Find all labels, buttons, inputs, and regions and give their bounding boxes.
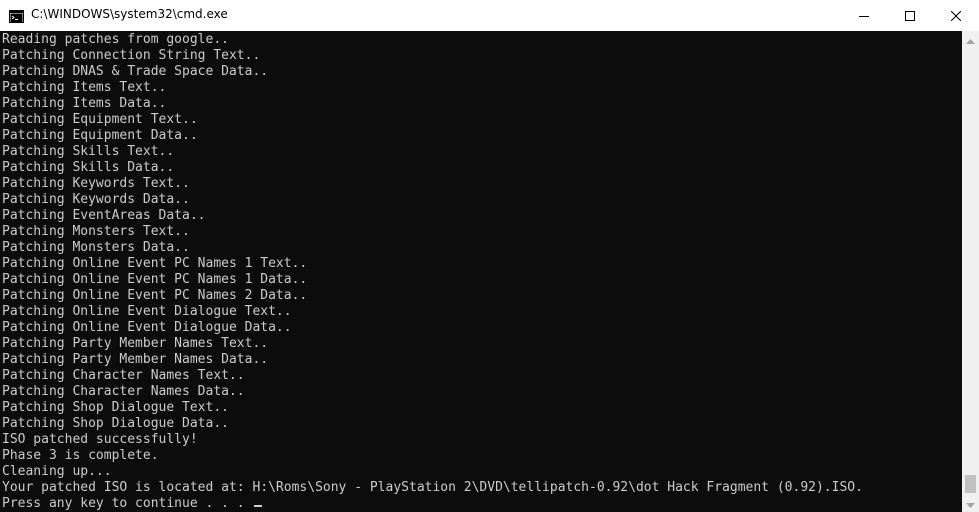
- scrollbar-thumb[interactable]: [965, 475, 976, 493]
- text-cursor: [254, 505, 263, 507]
- console-line: Patching Connection String Text..: [2, 48, 261, 63]
- vertical-scrollbar[interactable]: [962, 31, 979, 512]
- console-line: Patching Shop Dialogue Text..: [2, 400, 229, 415]
- scroll-up-arrow-icon: [966, 31, 975, 49]
- console-line: Patching Online Event PC Names 2 Data..: [2, 288, 308, 303]
- console-line: Patching Equipment Data..: [2, 128, 198, 143]
- window-title: C:\WINDOWS\system32\cmd.exe: [31, 7, 228, 21]
- title-bar[interactable]: C:\WINDOWS\system32\cmd.exe: [0, 0, 979, 31]
- console-line: Patching Keywords Text..: [2, 176, 190, 191]
- console-line: Patching Shop Dialogue Data..: [2, 416, 229, 431]
- console-line: Patching Party Member Names Text..: [2, 336, 269, 351]
- console-line: Patching Equipment Text..: [2, 112, 198, 127]
- console-line: ISO patched successfully!: [2, 432, 198, 447]
- cmd-icon[interactable]: [9, 8, 24, 23]
- console-line: Patching Party Member Names Data..: [2, 352, 269, 367]
- console-line: Patching Online Event PC Names 1 Data..: [2, 272, 308, 287]
- console-line: Patching Skills Data..: [2, 160, 175, 175]
- console-line: Patching Monsters Text..: [2, 224, 190, 239]
- console-prompt-line: Press any key to continue . . .: [2, 496, 863, 512]
- console-line: Patching Keywords Data..: [2, 192, 190, 207]
- cmd-window: C:\WINDOWS\system32\cmd.exe Reading patc…: [0, 0, 979, 512]
- console-line: Patching Online Event Dialogue Data..: [2, 320, 292, 335]
- close-icon: [950, 6, 962, 25]
- console-line: Patching Character Names Text..: [2, 368, 245, 383]
- scroll-down-button[interactable]: [962, 495, 979, 512]
- console-line: Your patched ISO is located at: H:\Roms\…: [2, 480, 863, 495]
- scroll-up-button[interactable]: [962, 31, 979, 48]
- console-line: Patching Items Text..: [2, 80, 167, 95]
- console-line: Cleaning up...: [2, 464, 112, 479]
- console-line: Patching Character Names Data..: [2, 384, 245, 399]
- console-line: Patching Items Data..: [2, 96, 167, 111]
- minimize-button[interactable]: [841, 0, 887, 31]
- scroll-down-arrow-icon: [966, 495, 975, 512]
- console-line: Patching Skills Text..: [2, 144, 175, 159]
- console-lines: Reading patches from google.. Patching C…: [2, 32, 863, 512]
- console-line: Patching Online Event PC Names 1 Text..: [2, 256, 308, 271]
- prompt-text: Press any key to continue . . .: [2, 496, 253, 511]
- console-output[interactable]: Reading patches from google.. Patching C…: [0, 31, 962, 512]
- console-line: Reading patches from google..: [2, 32, 229, 47]
- console-line: Patching EventAreas Data..: [2, 208, 206, 223]
- minimize-icon: [859, 6, 869, 25]
- console-line: Patching Monsters Data..: [2, 240, 190, 255]
- maximize-button[interactable]: [887, 0, 933, 31]
- maximize-icon: [905, 6, 915, 25]
- console-line: Phase 3 is complete.: [2, 448, 159, 463]
- console-line: Patching DNAS & Trade Space Data..: [2, 64, 269, 79]
- close-button[interactable]: [933, 0, 979, 31]
- console-line: Patching Online Event Dialogue Text..: [2, 304, 292, 319]
